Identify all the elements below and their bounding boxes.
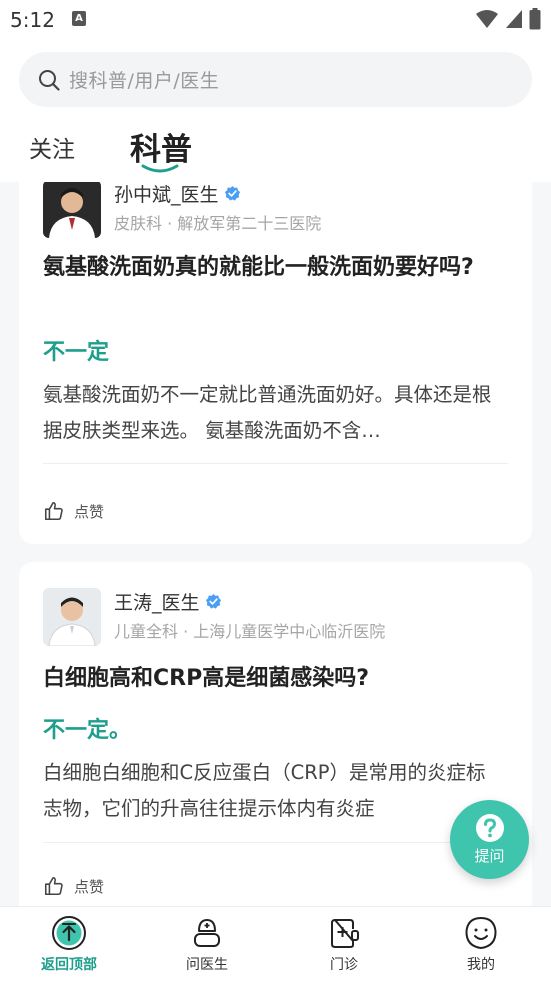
search-placeholder: 搜科普/用户/医生 bbox=[69, 70, 220, 92]
doctor-name[interactable]: 孙中斌_医生 bbox=[114, 182, 219, 207]
nav-label: 返回顶部 bbox=[41, 957, 97, 973]
like-label: 点赞 bbox=[74, 877, 105, 896]
battery-icon bbox=[529, 8, 541, 30]
answer-preview[interactable]: 白细胞白细胞和C反应蛋白（CRP）是常用的炎症标志物，它们的升高往往提示体内有炎… bbox=[43, 755, 499, 827]
thumbs-up-icon bbox=[44, 501, 63, 521]
search-bar[interactable]: 搜科普/用户/医生 bbox=[19, 52, 532, 107]
doctor-avatar[interactable] bbox=[43, 182, 101, 238]
status-bar: 5:12 A bbox=[0, 0, 551, 40]
card-divider bbox=[43, 842, 508, 843]
card-divider bbox=[43, 463, 508, 464]
back-to-top-icon bbox=[52, 916, 86, 950]
nav-back-to-top[interactable]: 返回顶部 bbox=[19, 915, 119, 974]
doctor-department: 皮肤科 · 解放军第二十三医院 bbox=[114, 214, 322, 233]
doctor-avatar[interactable] bbox=[43, 588, 101, 646]
nav-label: 我的 bbox=[467, 957, 495, 973]
clinic-icon bbox=[331, 919, 359, 948]
search-icon bbox=[39, 69, 60, 91]
answer-summary: 不一定。 bbox=[43, 718, 132, 743]
doctor-icon bbox=[194, 919, 220, 947]
doctor-header[interactable]: 王涛_医生 儿童全科 · 上海儿童医学中心临沂医院 bbox=[43, 588, 385, 646]
question-title[interactable]: 白细胞高和CRP高是细菌感染吗? bbox=[43, 660, 483, 697]
status-time: 5:12 bbox=[10, 8, 55, 32]
nav-label: 问医生 bbox=[186, 957, 228, 973]
like-label: 点赞 bbox=[74, 502, 105, 521]
question-mark-icon bbox=[475, 814, 504, 842]
verified-badge-icon bbox=[224, 185, 240, 201]
verified-badge-icon bbox=[205, 593, 221, 609]
question-title[interactable]: 氨基酸洗面奶真的就能比一般洗面奶要好吗? bbox=[43, 249, 483, 286]
ask-question-button[interactable]: 提问 bbox=[450, 800, 529, 879]
like-button[interactable]: 点赞 bbox=[43, 875, 104, 897]
status-icons bbox=[475, 8, 541, 30]
nav-ask-doctor[interactable]: 问医生 bbox=[157, 915, 257, 974]
tab-follow[interactable]: 关注 bbox=[29, 130, 75, 164]
answer-preview[interactable]: 氨基酸洗面奶不一定就比普通洗面奶好。具体还是根据皮肤类型来选。 氨基酸洗面奶不含… bbox=[43, 377, 499, 449]
nav-profile[interactable]: 我的 bbox=[431, 915, 531, 974]
ask-label: 提问 bbox=[474, 847, 505, 865]
tab-active-indicator bbox=[141, 164, 179, 173]
profile-icon bbox=[465, 916, 497, 950]
nav-clinic[interactable]: 门诊 bbox=[294, 915, 394, 974]
tab-science[interactable]: 科普 bbox=[130, 124, 192, 169]
top-tabs: 关注 科普 bbox=[0, 120, 551, 182]
like-button[interactable]: 点赞 bbox=[43, 500, 104, 522]
article-card[interactable]: 孙中斌_医生 皮肤科 · 解放军第二十三医院 氨基酸洗面奶真的就能比一般洗面奶要… bbox=[19, 182, 532, 544]
nav-label: 门诊 bbox=[330, 957, 358, 973]
signal-icon bbox=[506, 10, 522, 28]
notification-icon: A bbox=[72, 11, 86, 26]
doctor-header[interactable]: 孙中斌_医生 皮肤科 · 解放军第二十三医院 bbox=[43, 182, 321, 238]
answer-summary: 不一定 bbox=[43, 340, 110, 365]
wifi-icon bbox=[476, 10, 498, 28]
feed-list[interactable]: 孙中斌_医生 皮肤科 · 解放军第二十三医院 氨基酸洗面奶真的就能比一般洗面奶要… bbox=[0, 182, 551, 906]
bottom-navigation: 返回顶部 问医生 门诊 我的 bbox=[0, 906, 551, 981]
thumbs-up-icon bbox=[44, 876, 63, 896]
doctor-name[interactable]: 王涛_医生 bbox=[114, 588, 200, 615]
doctor-department: 儿童全科 · 上海儿童医学中心临沂医院 bbox=[114, 622, 386, 641]
